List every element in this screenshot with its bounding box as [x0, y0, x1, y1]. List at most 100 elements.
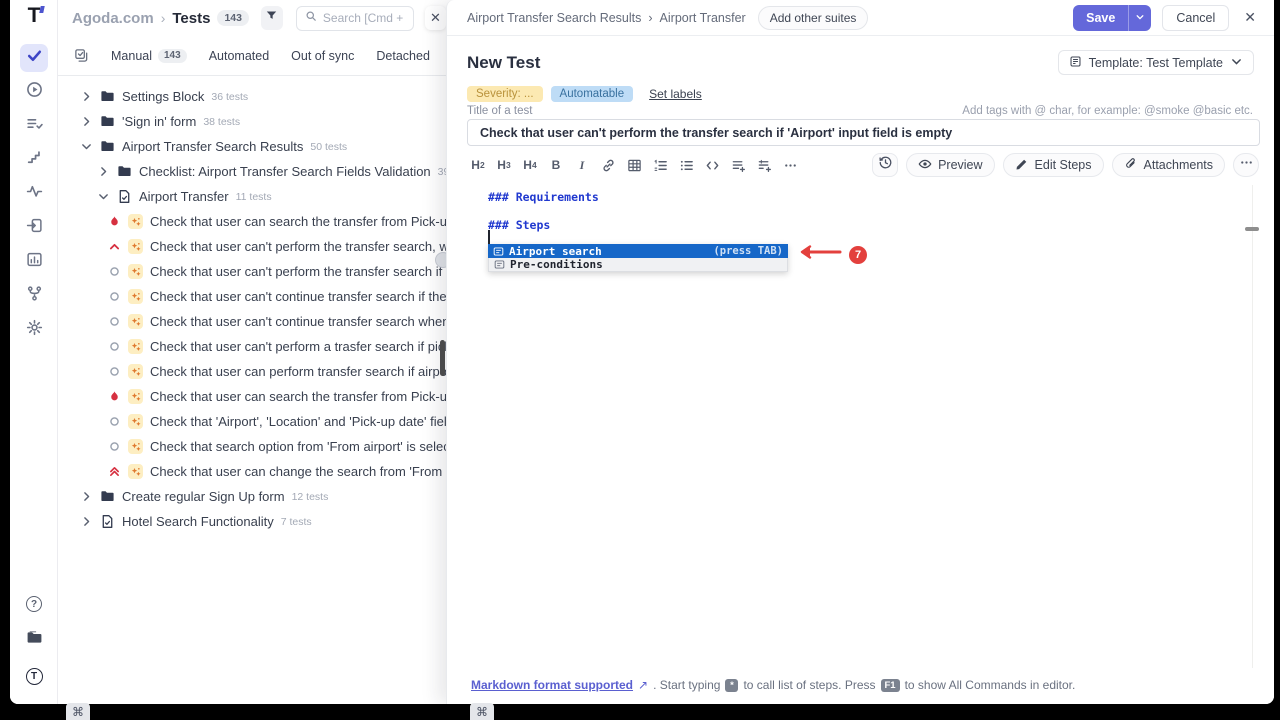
test-row[interactable]: Check that user can perform transfer sea… [58, 359, 446, 384]
breadcrumb-project[interactable]: Agoda.com [72, 10, 154, 27]
markdown-supported-link[interactable]: Markdown format supported [471, 678, 633, 692]
suite-row[interactable]: Settings Block36 tests [58, 84, 446, 109]
title-field-label: Title of a test [467, 105, 532, 117]
autocomplete-option-pre-conditions[interactable]: Pre-conditions [488, 258, 788, 272]
autocomplete-option-airport-search[interactable]: Airport search(press TAB) [488, 244, 788, 258]
suite-test-count: 11 tests [236, 191, 272, 203]
table-icon[interactable] [623, 154, 645, 176]
edit-steps-button[interactable]: Edit Steps [1003, 153, 1104, 177]
more-formatting-icon[interactable] [779, 154, 801, 176]
test-row[interactable]: Check that user can search the transfer … [58, 384, 446, 409]
more-actions-button[interactable] [1233, 153, 1259, 177]
panel-resize-handle[interactable] [440, 340, 445, 376]
severity-normal-icon [108, 365, 121, 378]
steps-icon [26, 149, 43, 171]
file-icon [117, 189, 132, 204]
code-icon[interactable] [701, 154, 723, 176]
ordered-list-icon[interactable] [649, 154, 671, 176]
suite-row[interactable]: Airport Transfer11 tests [58, 184, 446, 209]
suite-row[interactable]: Checklist: Airport Transfer Search Field… [58, 159, 446, 184]
tab-out-of-sync[interactable]: Out of sync [291, 49, 354, 63]
arrow-left-icon [796, 245, 842, 264]
suite-title: Checklist: Airport Transfer Search Field… [139, 164, 431, 179]
sidebar-item-runs[interactable] [20, 78, 48, 106]
sidebar-item-analytics[interactable] [20, 248, 48, 276]
test-row[interactable]: Check that user can change the search fr… [58, 459, 446, 484]
breadcrumb-suite-parent[interactable]: Airport Transfer Search Results [467, 11, 641, 25]
save-button[interactable]: Save [1073, 5, 1128, 31]
cancel-button[interactable]: Cancel [1162, 5, 1229, 31]
test-row[interactable]: Check that user can't perform a trasfer … [58, 334, 446, 359]
severity-badge[interactable]: Severity: ... [467, 86, 543, 102]
app-logo[interactable]: T [10, 4, 58, 34]
suite-row[interactable]: Airport Transfer Search Results50 tests [58, 134, 446, 159]
bold-button[interactable]: B [545, 154, 567, 176]
sidebar-item-tests[interactable] [20, 44, 48, 72]
save-options-button[interactable] [1128, 5, 1151, 31]
template-select[interactable]: Template: Test Template [1058, 50, 1254, 75]
editor-scrollbar-handle[interactable] [1245, 227, 1259, 231]
test-title-input[interactable] [467, 119, 1260, 146]
test-row[interactable]: Check that user can search the transfer … [58, 209, 446, 234]
test-title: Check that user can search the transfer … [150, 389, 446, 404]
test-row[interactable]: Check that user can't perform the transf… [58, 234, 446, 259]
test-title: Check that user can't perform the transf… [150, 239, 446, 254]
heading3-button[interactable]: H3 [493, 154, 515, 176]
suite-title: Hotel Search Functionality [122, 514, 274, 529]
autocomplete-option-label: Airport search [509, 245, 602, 258]
history-button[interactable] [872, 153, 898, 177]
bulk-select-button[interactable] [74, 48, 89, 63]
sidebar-item-steps[interactable] [20, 146, 48, 174]
command-key-icon[interactable]: ⌘ [66, 703, 90, 720]
sidebar-item-brand-badge[interactable]: T [20, 662, 48, 690]
tree-close-button[interactable]: ✕ [425, 6, 446, 30]
search-input[interactable] [323, 11, 405, 25]
set-labels-link[interactable]: Set labels [649, 87, 702, 101]
tab-automated[interactable]: Automated [209, 49, 269, 63]
test-row[interactable]: Check that user can't continue transfer … [58, 284, 446, 309]
test-plans-icon [26, 115, 43, 137]
test-title: Check that 'Airport', 'Location' and 'Pi… [150, 414, 446, 429]
automatable-badge[interactable]: Automatable [551, 86, 634, 102]
add-step-list-icon[interactable] [727, 154, 749, 176]
add-other-suites-button[interactable]: Add other suites [758, 6, 869, 30]
command-key-icon[interactable]: ⌘ [470, 703, 494, 720]
italic-button[interactable]: I [571, 154, 593, 176]
tab-detached[interactable]: Detached [376, 49, 430, 63]
test-row[interactable]: Check that user can't perform the transf… [58, 259, 446, 284]
test-row[interactable]: Check that 'Airport', 'Location' and 'Pi… [58, 409, 446, 434]
edit-steps-label: Edit Steps [1035, 158, 1092, 172]
link-icon[interactable] [597, 154, 619, 176]
sidebar-item-pulse[interactable] [20, 180, 48, 208]
attachments-button[interactable]: Attachments [1112, 153, 1225, 177]
filter-button[interactable] [261, 6, 283, 30]
sidebar-item-imports[interactable] [20, 214, 48, 242]
suite-row[interactable]: 'Sign in' form38 tests [58, 109, 446, 134]
sidebar-item-branches[interactable] [20, 282, 48, 310]
heading4-button[interactable]: H4 [519, 154, 541, 176]
ai-generated-icon [128, 389, 143, 404]
test-row[interactable]: Check that user can't continue transfer … [58, 309, 446, 334]
sidebar-item-settings[interactable] [20, 316, 48, 344]
preview-button[interactable]: Preview [906, 153, 994, 177]
add-numbered-step-icon[interactable] [753, 154, 775, 176]
avatar-partial [435, 252, 446, 268]
save-split-button: Save [1073, 5, 1151, 31]
folder-icon [100, 139, 115, 154]
sidebar-item-help[interactable]: ? [20, 590, 48, 618]
suite-row[interactable]: Hotel Search Functionality7 tests [58, 509, 446, 534]
search-box[interactable] [296, 6, 414, 31]
breadcrumb-suite-current[interactable]: Airport Transfer [660, 11, 746, 25]
suite-row[interactable]: Create regular Sign Up form12 tests [58, 484, 446, 509]
close-icon[interactable]: ✕ [1240, 9, 1260, 26]
test-row[interactable]: Check that search option from 'From airp… [58, 434, 446, 459]
f1-key-badge: F1 [881, 679, 900, 692]
tab-manual[interactable]: Manual143 [111, 49, 187, 63]
sidebar-item-test-plans[interactable] [20, 112, 48, 140]
tests-icon [26, 47, 43, 69]
heading2-button[interactable]: H2 [467, 154, 489, 176]
breadcrumb-section[interactable]: Tests [172, 10, 210, 27]
sidebar-item-docs[interactable] [20, 626, 48, 654]
annotation-number-badge: 7 [849, 246, 867, 264]
bullet-list-icon[interactable] [675, 154, 697, 176]
